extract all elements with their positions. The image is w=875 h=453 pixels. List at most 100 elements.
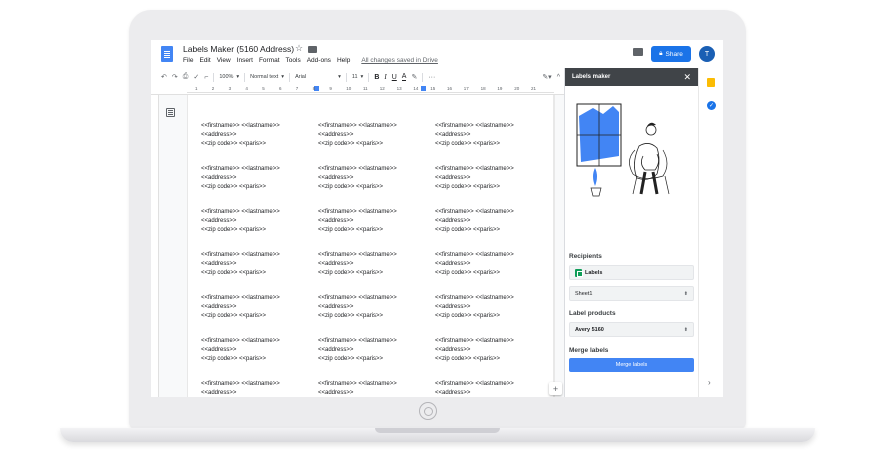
- menu-file[interactable]: File: [183, 57, 193, 64]
- toolbar-divider: [368, 72, 370, 82]
- ruler-tick: 17: [463, 86, 469, 91]
- label-line3: <<zip code>> <<paris>>: [435, 313, 501, 319]
- laptop-mockup: Labels Maker (5160 Address) ☆ File Edit …: [0, 0, 875, 453]
- label-cell[interactable]: <<firstname>> <<lastname>><<address>><<z…: [318, 337, 435, 363]
- label-line1: <<firstname>> <<lastname>>: [201, 166, 280, 172]
- formatting-toolbar: ↶ ↷ ⎙ ✓ ⌐ 100% ▾ Normal text ▾ Arial ▾ 11 ▾ …: [151, 70, 564, 84]
- menu-help[interactable]: Help: [337, 57, 350, 64]
- label-line1: <<firstname>> <<lastname>>: [435, 123, 514, 129]
- label-cell[interactable]: <<firstname>> <<lastname>><<address>><<z…: [201, 251, 318, 277]
- ruler-tick: 20: [514, 86, 520, 91]
- italic-button[interactable]: I: [384, 73, 386, 81]
- spellcheck-icon[interactable]: ✓: [193, 73, 199, 81]
- label-line3: <<zip code>> <<paris>>: [318, 141, 384, 147]
- print-icon[interactable]: ⎙: [183, 73, 189, 81]
- text-color-button[interactable]: A: [401, 73, 407, 81]
- document-page[interactable]: <<firstname>> <<lastname>> <<address>> <<z…: [187, 95, 554, 397]
- label-product-select[interactable]: Avery 5160 ⬍: [569, 322, 694, 337]
- label-line3: <<zip code>> <<paris>>: [435, 141, 501, 147]
- label-cell[interactable]: <<firstname>> <<lastname>><<address>><<z…: [201, 380, 318, 397]
- label-line2: <<address>>: [435, 175, 471, 181]
- label-cell[interactable]: <<firstname>> <<lastname>><<address>><<z…: [201, 122, 318, 148]
- label-line3: <<zip code>> <<paris>>: [201, 227, 267, 233]
- document-title[interactable]: Labels Maker (5160 Address): [183, 44, 294, 54]
- avatar[interactable]: T: [699, 46, 715, 62]
- share-button[interactable]: 🔒︎ Share: [651, 46, 691, 62]
- paint-format-icon[interactable]: ⌐: [204, 74, 208, 81]
- menu-view[interactable]: View: [217, 57, 231, 64]
- label-cell[interactable]: <<firstname>> <<lastname>><<address>><<z…: [435, 165, 552, 191]
- undo-icon[interactable]: ↶: [161, 73, 167, 81]
- explore-icon[interactable]: +: [549, 382, 562, 395]
- label-line3: <<zip code>> <<paris>>: [318, 313, 384, 319]
- label-cell[interactable]: <<firstname>> <<lastname>><<address>><<z…: [435, 208, 552, 234]
- underline-button[interactable]: U: [392, 74, 397, 81]
- ruler-tick: 5: [262, 86, 265, 91]
- label-cell[interactable]: <<firstname>> <<lastname>><<address>><<z…: [318, 251, 435, 277]
- label-cell[interactable]: <<firstname>> <<lastname>><<address>><<z…: [201, 165, 318, 191]
- label-cell[interactable]: <<firstname>> <<lastname>><<address>><<z…: [318, 165, 435, 191]
- vertical-ruler[interactable]: [151, 95, 159, 397]
- label-line2: <<address>>: [201, 175, 237, 181]
- label-line1: <<firstname>> <<lastname>>: [318, 295, 397, 301]
- label-line3: <<zip code>> <<paris>>: [435, 184, 501, 190]
- label-cell[interactable]: <<firstname>> <<lastname>><<address>><<z…: [435, 294, 552, 320]
- document-outline-icon[interactable]: [166, 108, 175, 117]
- menu-edit[interactable]: Edit: [199, 57, 210, 64]
- menu-addons[interactable]: Add-ons: [307, 57, 331, 64]
- redo-icon[interactable]: ↷: [172, 73, 178, 81]
- document-scrollbar[interactable]: [554, 95, 564, 397]
- label-line3: <<zip code>> <<paris>>: [318, 270, 384, 276]
- more-options-button[interactable]: ···: [428, 74, 435, 81]
- label-cell[interactable]: <<firstname>> <<lastname>><<address>><<z…: [318, 294, 435, 320]
- font-size-select[interactable]: 11 ▾: [352, 74, 363, 80]
- comments-icon[interactable]: [633, 48, 643, 56]
- label-line1: <<firstname>> <<lastname>>: [201, 123, 280, 129]
- close-icon[interactable]: ✕: [683, 72, 691, 83]
- chevron-down-icon: ▾: [281, 74, 285, 80]
- label-cell[interactable]: <<firstname>> <<lastname>><<address>><<z…: [435, 251, 552, 277]
- label-line1: <<firstname>> <<lastname>>: [435, 338, 514, 344]
- docs-logo-icon[interactable]: [161, 46, 173, 62]
- ruler-tick: 19: [497, 86, 503, 91]
- font-select[interactable]: Arial ▾: [295, 74, 341, 80]
- zoom-select[interactable]: 100% ▾: [219, 74, 239, 80]
- label-line2: <<address>>: [318, 347, 354, 353]
- menu-format[interactable]: Format: [259, 57, 280, 64]
- label-cell[interactable]: <<firstname>> <<lastname>><<address>><<z…: [435, 122, 552, 148]
- style-value: Normal text: [250, 74, 279, 80]
- label-cell[interactable]: <<firstname>> <<lastname>><<address>><<z…: [201, 337, 318, 363]
- saved-status-link[interactable]: All changes saved in Drive: [361, 57, 438, 64]
- chevron-down-icon: ▾: [360, 74, 364, 80]
- highlight-icon[interactable]: ✎: [411, 73, 417, 81]
- recipients-source-button[interactable]: Labels: [569, 265, 694, 280]
- label-cell[interactable]: <<firstname>> <<lastname>><<address>><<z…: [318, 380, 435, 397]
- label-cell[interactable]: <<firstname>> <<lastname>><<address>><<z…: [201, 294, 318, 320]
- collapse-toolbar-icon[interactable]: ^: [557, 74, 560, 81]
- label-cell[interactable]: <<firstname>> <<lastname>><<address>><<z…: [435, 380, 552, 397]
- updown-chevron-icon: ⬍: [683, 290, 688, 297]
- star-icon[interactable]: ☆: [295, 43, 303, 54]
- toolbar-divider: [422, 72, 424, 82]
- label-cell[interactable]: <<firstname>> <<lastname>><<address>><<z…: [201, 208, 318, 234]
- horizontal-ruler[interactable]: 1 2 3 4 5 6 7 8 9 10 11 12 13 14 15 16 17 18 19 20 21: [187, 86, 554, 93]
- label-cell[interactable]: <<firstname>> <<lastname>><<address>><<z…: [318, 122, 435, 148]
- bold-button[interactable]: B: [374, 74, 379, 81]
- google-sheets-icon: [575, 268, 583, 277]
- ruler-tick: 2: [211, 86, 215, 91]
- chevron-right-icon[interactable]: ›: [708, 378, 711, 387]
- ruler-indent-marker[interactable]: [421, 86, 426, 91]
- label-cell[interactable]: <<firstname>> <<lastname>><<address>><<z…: [318, 208, 435, 234]
- merge-labels-button[interactable]: Merge labels: [569, 358, 694, 372]
- editing-mode-icon[interactable]: ✎▾: [542, 73, 551, 81]
- style-select[interactable]: Normal text ▾: [250, 74, 284, 80]
- menu-tools[interactable]: Tools: [286, 57, 301, 64]
- tasks-icon[interactable]: ✓: [707, 101, 716, 110]
- sheet-select[interactable]: Sheet1 ⬍: [569, 286, 694, 301]
- menu-insert[interactable]: Insert: [237, 57, 253, 64]
- label-line3: <<zip code>> <<paris>>: [435, 356, 501, 362]
- ruler-tick: 13: [396, 86, 402, 91]
- folder-icon[interactable]: [308, 46, 317, 53]
- keep-icon[interactable]: [707, 78, 715, 87]
- label-cell[interactable]: <<firstname>> <<lastname>><<address>><<z…: [435, 337, 552, 363]
